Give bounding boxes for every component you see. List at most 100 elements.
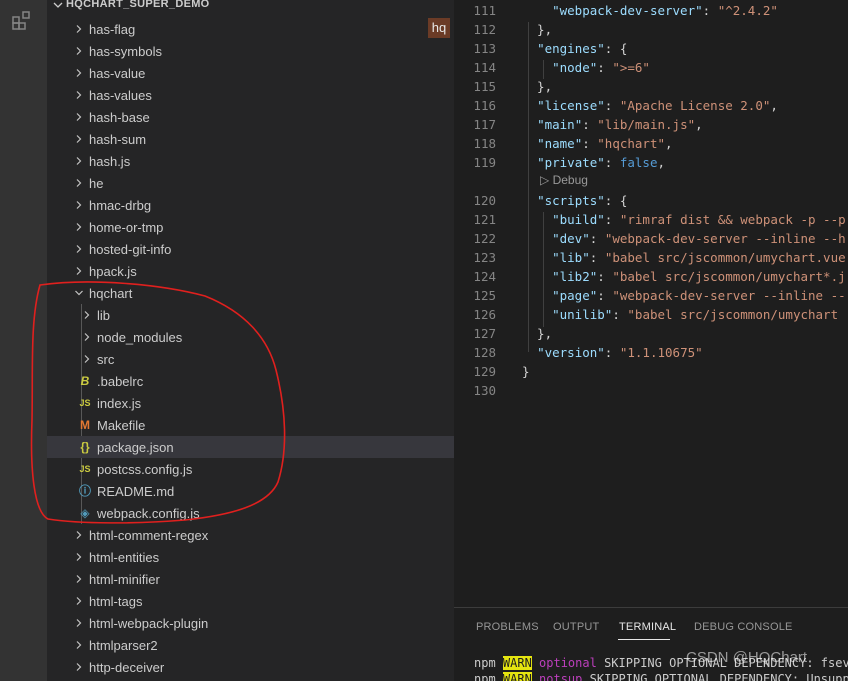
tree-item-label: postcss.config.js [97, 462, 193, 477]
debug-codelens-label: Debug [552, 173, 588, 187]
terminal-text: SKIPPING OPTIONAL DEPENDENCY: Unsuppor [582, 672, 848, 681]
tree-file[interactable]: JS index.js [47, 392, 454, 414]
terminal-line: npm WARN notsup SKIPPING OPTIONAL DEPEND… [474, 672, 848, 681]
tree-folder[interactable]: hash-base [47, 106, 454, 128]
debug-codelens[interactable]: ▷ Debug [540, 173, 588, 187]
code-token: }, [522, 22, 553, 37]
code-token: "license" [537, 98, 605, 113]
tree-file[interactable]: M Makefile [47, 414, 454, 436]
tree-item-label: hash-sum [89, 132, 147, 147]
tree-folder[interactable]: node_modules [47, 326, 454, 348]
chevron-down-icon [75, 290, 83, 296]
tree-folder[interactable]: has-values [47, 84, 454, 106]
chevron-right-icon [76, 91, 82, 99]
code-token: "webpack-dev-server --inline -- [612, 288, 846, 303]
tree-folder[interactable]: html-entities [47, 546, 454, 568]
tree-folder[interactable]: home-or-tmp [47, 216, 454, 238]
tree-folder[interactable]: he [47, 172, 454, 194]
warn-badge: WARN [502, 656, 532, 670]
tab-debug-console[interactable]: DEBUG CONSOLE [694, 621, 793, 633]
tree-folder[interactable]: hash.js [47, 150, 454, 172]
tree-item-label: htmlparser2 [89, 638, 158, 653]
line-number: 123 [473, 250, 496, 265]
chevron-right-icon [76, 597, 82, 605]
tree-item-label: has-symbols [89, 44, 162, 59]
tree-folder[interactable]: hqchart [47, 282, 454, 304]
explorer-section-header[interactable]: HQCHART_SUPER_DEMO [47, 0, 454, 15]
chevron-right-icon [76, 223, 82, 231]
activity-bar [0, 0, 47, 681]
tree-file[interactable]: B .babelrc [47, 370, 454, 392]
tree-item-label: hmac-drbg [89, 198, 152, 213]
tree-folder[interactable]: http-deceiver [47, 656, 454, 678]
js-file-icon: JS [79, 464, 91, 474]
code-token: : [597, 288, 613, 303]
code-token: : [702, 3, 718, 18]
webpack-icon: ◈ [80, 506, 90, 520]
code-line: "webpack-dev-server": "^2.4.2" [522, 3, 778, 18]
code-line: "private": false, [522, 155, 665, 170]
code-line: "license": "Apache License 2.0", [522, 98, 778, 113]
tree-item-label: html-comment-regex [89, 528, 209, 543]
chevron-right-icon [76, 157, 82, 165]
tree-file[interactable]: {} package.json [47, 436, 454, 458]
code-token: , [657, 155, 666, 170]
code-token: "Apache License 2.0" [619, 98, 771, 113]
line-number: 115 [473, 79, 496, 94]
tree-item-label: index.js [97, 396, 142, 411]
tree-folder[interactable]: htmlparser2 [47, 634, 454, 656]
code-token: : [582, 136, 598, 151]
code-line: "dev": "webpack-dev-server --inline --h [522, 231, 846, 246]
code-token: "lib/main.js" [597, 117, 696, 132]
code-token: "build" [552, 212, 605, 227]
tree-item-label: .babelrc [97, 374, 144, 389]
tree-folder[interactable]: has-value [47, 62, 454, 84]
chevron-right-icon [84, 355, 90, 363]
code-token: : [604, 155, 620, 170]
code-token: "babel src/jscommon/umychart*.j [612, 269, 846, 284]
tree-folder[interactable]: hmac-drbg [47, 194, 454, 216]
line-number: 121 [473, 212, 496, 227]
tree-folder[interactable]: hash-sum [47, 128, 454, 150]
code-token: : { [604, 41, 628, 56]
code-token: , [770, 98, 778, 113]
tree-item-label: src [97, 352, 115, 367]
tree-item-label: webpack.config.js [97, 506, 200, 521]
code-token: , [695, 117, 703, 132]
code-token: : [597, 269, 613, 284]
chevron-right-icon [76, 663, 82, 671]
tree-folder[interactable]: hosted-git-info [47, 238, 454, 260]
extensions-icon[interactable] [11, 9, 35, 33]
tree-item-label: home-or-tmp [89, 220, 164, 235]
tree-file[interactable]: ⓘ README.md [47, 480, 454, 502]
tree-file[interactable]: JS postcss.config.js [47, 458, 454, 480]
tab-terminal[interactable]: TERMINAL [619, 621, 676, 633]
tree-item-label: node_modules [97, 330, 183, 345]
tab-output[interactable]: OUTPUT [553, 621, 599, 633]
tree-folder[interactable]: html-webpack-plugin [47, 612, 454, 634]
tree-item-label: hpack.js [89, 264, 137, 279]
tree-folder[interactable]: src [47, 348, 454, 370]
code-line: }, [522, 79, 552, 94]
chevron-right-icon [76, 47, 82, 55]
tree-item-label: html-tags [89, 594, 143, 609]
code-editor[interactable]: 111 "webpack-dev-server": "^2.4.2" 112 },… [454, 0, 848, 607]
tab-problems[interactable]: PROBLEMS [476, 621, 539, 633]
tree-folder[interactable]: lib [47, 304, 454, 326]
code-token: : [589, 250, 605, 265]
tree-folder[interactable]: has-symbols [47, 40, 454, 62]
tree-folder[interactable]: html-tags [47, 590, 454, 612]
code-token: , [665, 136, 673, 151]
tree-folder[interactable]: has-flag [47, 18, 454, 40]
tree-folder[interactable]: html-comment-regex [47, 524, 454, 546]
tree-file[interactable]: ◈ webpack.config.js [47, 502, 454, 524]
chevron-right-icon [76, 641, 82, 649]
tree-folder[interactable]: hpack.js [47, 260, 454, 282]
tree-item-label: has-values [89, 88, 152, 103]
tree-folder[interactable]: html-minifier [47, 568, 454, 590]
